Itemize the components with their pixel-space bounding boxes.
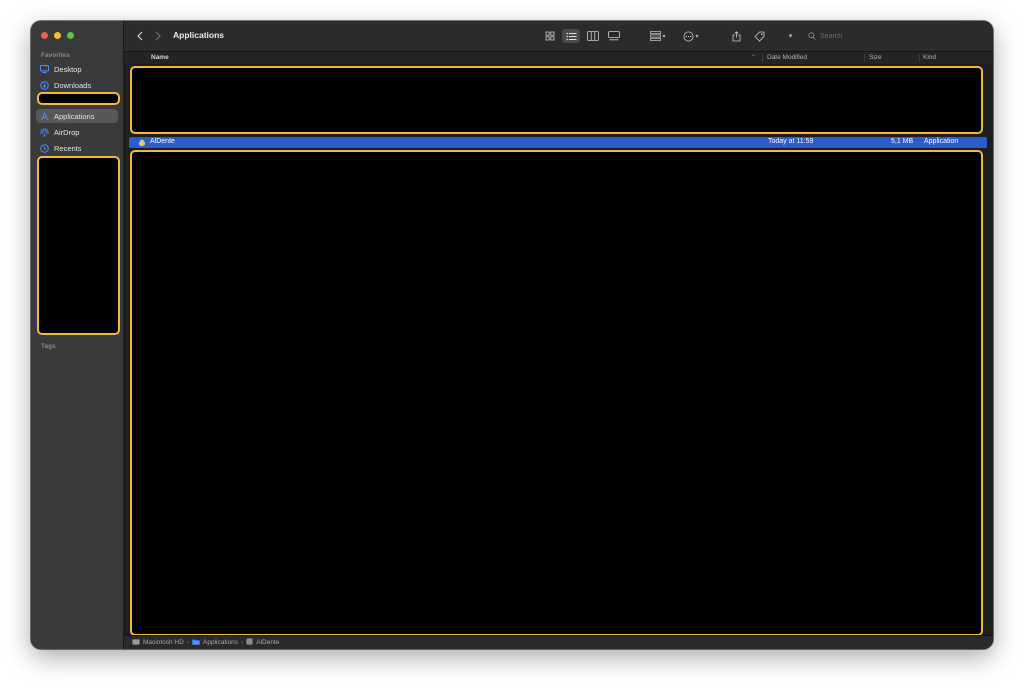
path-item-applications[interactable]: Applications <box>203 639 238 646</box>
column-header-size[interactable]: Size <box>869 54 882 61</box>
sidebar-item-desktop[interactable]: Desktop <box>36 62 118 76</box>
sort-chevron-up-icon: ⌃ <box>751 55 757 61</box>
sidebar-item-label: Recents <box>54 143 82 153</box>
sidebar-item-recents[interactable]: Recents <box>36 141 118 155</box>
sidebar-item-applications[interactable]: Applications <box>36 109 118 123</box>
sidebar-item-downloads[interactable]: Downloads <box>36 78 118 92</box>
group-by-button[interactable]: ▾ <box>647 29 669 43</box>
airdrop-icon <box>40 128 49 137</box>
path-bar: Macintosh HD › Applications › AlDente <box>124 635 993 649</box>
downloads-icon <box>40 80 49 90</box>
window-title: Applications <box>173 30 225 40</box>
file-date-modified: Today at 11:59 <box>768 138 814 145</box>
tags-section-label: Tags <box>41 343 56 350</box>
app-icon <box>246 638 253 647</box>
sidebar-item-label: Applications <box>54 111 95 121</box>
favorites-section-label: Favorites <box>41 52 70 59</box>
column-view-icon <box>587 31 599 41</box>
toolbar-overflow-button[interactable]: ▾ <box>784 29 796 43</box>
recents-icon <box>40 143 49 153</box>
column-divider[interactable] <box>864 54 865 62</box>
path-item-aldente[interactable]: AlDente <box>256 639 279 646</box>
sidebar-item-label: Downloads <box>54 80 92 90</box>
column-header-bar: Name ⌃ Date Modified Size Kind <box>124 52 993 64</box>
applications-icon <box>40 111 49 121</box>
list-view-icon <box>565 32 576 40</box>
chevron-down-icon: ▾ <box>662 33 666 40</box>
gallery-view-icon <box>608 31 620 41</box>
share-button[interactable] <box>728 29 744 43</box>
redacted-sidebar-locations <box>37 156 120 335</box>
column-divider[interactable] <box>762 54 763 62</box>
sidebar-item-airdrop[interactable]: AirDrop <box>36 125 118 139</box>
redacted-file-rows-top <box>130 66 983 134</box>
window-controls <box>41 32 74 39</box>
column-header-date-modified[interactable]: Date Modified <box>767 54 807 61</box>
forward-button[interactable] <box>153 30 163 42</box>
chevron-right-icon: › <box>186 639 189 646</box>
file-name: AlDente <box>150 138 175 145</box>
column-header-kind[interactable]: Kind <box>923 54 936 61</box>
finder-window: Favorites Desktop Downloads Applications <box>31 21 993 649</box>
close-window-button[interactable] <box>41 32 48 39</box>
chevron-right-icon: › <box>241 639 244 646</box>
gallery-view-button[interactable] <box>606 29 622 43</box>
share-icon <box>732 30 740 41</box>
sidebar-item-label: Desktop <box>54 64 82 74</box>
search-icon <box>808 32 816 40</box>
search-field[interactable] <box>806 29 986 43</box>
column-divider[interactable] <box>919 54 920 62</box>
main-content: Applications ▾ ▾ ▾ Search Name ⌃ Date Mo… <box>124 21 993 649</box>
tag-button[interactable] <box>751 29 767 43</box>
sidebar: Favorites Desktop Downloads Applications <box>31 21 124 649</box>
app-icon <box>138 138 146 149</box>
file-size: 5,1 MB <box>891 138 914 145</box>
desktop-icon <box>40 65 49 74</box>
toolbar: Applications ▾ ▾ ▾ Search <box>124 21 993 52</box>
action-menu-button[interactable]: ▾ <box>679 29 703 43</box>
hard-drive-icon <box>132 638 140 647</box>
tag-icon <box>753 31 764 42</box>
zoom-window-button[interactable] <box>67 32 74 39</box>
column-header-name[interactable]: Name <box>151 54 169 61</box>
group-grid-icon <box>650 31 662 41</box>
chevron-down-icon: ▾ <box>788 33 793 40</box>
file-kind: Application <box>924 138 959 145</box>
minimize-window-button[interactable] <box>54 32 61 39</box>
column-view-button[interactable] <box>585 29 601 43</box>
redacted-sidebar-item <box>37 92 120 105</box>
more-options-icon <box>683 31 694 41</box>
chevron-down-icon: ▾ <box>695 33 699 40</box>
chevron-left-icon <box>137 31 143 41</box>
sidebar-item-label: AirDrop <box>54 127 80 137</box>
file-row-aldente[interactable]: AlDente Today at 11:59 5,1 MB Applicatio… <box>129 137 987 148</box>
back-button[interactable] <box>135 30 145 42</box>
path-item-macintosh-hd[interactable]: Macintosh HD <box>143 639 184 646</box>
icon-view-icon <box>545 31 555 41</box>
list-view-button[interactable] <box>562 29 580 43</box>
icon-view-button[interactable] <box>542 29 558 43</box>
search-input[interactable] <box>820 32 970 40</box>
chevron-right-icon <box>155 31 161 41</box>
redacted-file-rows-bottom <box>130 150 983 636</box>
folder-icon <box>192 639 200 647</box>
